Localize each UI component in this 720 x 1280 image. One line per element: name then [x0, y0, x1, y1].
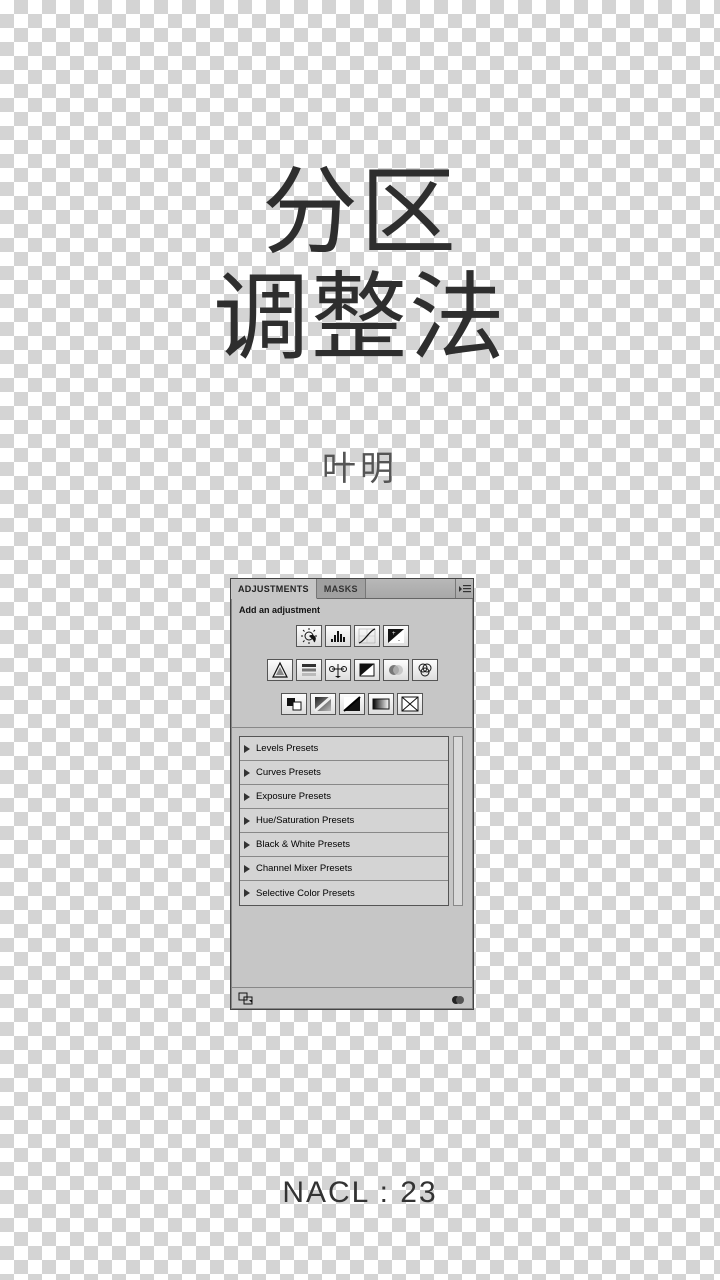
icon-row-1: +- [296, 625, 409, 647]
author: 叶明 [0, 441, 720, 490]
tab-adjustments[interactable]: ADJUSTMENTS [231, 579, 317, 599]
triangle-right-icon [244, 865, 250, 873]
preset-label: Exposure Presets [256, 791, 331, 802]
trash-icon[interactable] [449, 991, 467, 1007]
adjustment-icons: +- [231, 617, 473, 728]
svg-text:+: + [392, 631, 396, 637]
channel-mixer-icon[interactable] [412, 659, 438, 681]
presets-scrollbar[interactable] [453, 736, 463, 906]
preset-curves[interactable]: Curves Presets [240, 761, 448, 785]
photo-filter-icon[interactable] [383, 659, 409, 681]
preset-label: Selective Color Presets [256, 888, 355, 899]
panel-menu-button[interactable] [455, 579, 473, 598]
preset-levels[interactable]: Levels Presets [240, 737, 448, 761]
preset-channel-mixer[interactable]: Channel Mixer Presets [240, 857, 448, 881]
icon-row-3 [281, 693, 423, 715]
posterize-icon[interactable] [310, 693, 336, 715]
menu-icon [459, 584, 471, 594]
title-line1: 分区 [0, 160, 720, 266]
color-balance-icon[interactable] [325, 659, 351, 681]
exposure-icon[interactable]: +- [383, 625, 409, 647]
presets-area: Levels Presets Curves Presets Exposure P… [239, 736, 463, 906]
preset-bw[interactable]: Black & White Presets [240, 833, 448, 857]
gradient-map-icon[interactable] [368, 693, 394, 715]
title-line2: 调整法 [0, 266, 720, 372]
triangle-right-icon [244, 793, 250, 801]
panel-footer [231, 987, 473, 1009]
preset-label: Black & White Presets [256, 839, 350, 850]
title-block: 分区 调整法 叶明 [0, 160, 720, 490]
triangle-right-icon [244, 889, 250, 897]
preset-hue-sat[interactable]: Hue/Saturation Presets [240, 809, 448, 833]
threshold-icon[interactable] [339, 693, 365, 715]
preset-selective-color[interactable]: Selective Color Presets [240, 881, 448, 905]
preset-label: Hue/Saturation Presets [256, 815, 354, 826]
black-white-icon[interactable] [354, 659, 380, 681]
tab-masks[interactable]: MASKS [317, 579, 366, 598]
hue-sat-icon[interactable] [296, 659, 322, 681]
triangle-right-icon [244, 841, 250, 849]
footnote: NACL : 23 [0, 1176, 720, 1210]
panel-tabbar: ADJUSTMENTS MASKS [231, 579, 473, 599]
invert-icon[interactable] [281, 693, 307, 715]
brightness-contrast-icon[interactable] [296, 625, 322, 647]
preset-exposure[interactable]: Exposure Presets [240, 785, 448, 809]
presets-list: Levels Presets Curves Presets Exposure P… [239, 736, 449, 906]
levels-icon[interactable] [325, 625, 351, 647]
adjustments-panel: ADJUSTMENTS MASKS Add an adjustment [230, 578, 474, 1010]
preset-label: Channel Mixer Presets [256, 863, 352, 874]
svg-text:-: - [398, 638, 400, 644]
triangle-right-icon [244, 745, 250, 753]
tab-spacer [366, 579, 455, 598]
preset-label: Curves Presets [256, 767, 321, 778]
selective-color-icon[interactable] [397, 693, 423, 715]
vibrance-icon[interactable] [267, 659, 293, 681]
preset-label: Levels Presets [256, 743, 318, 754]
panel-subtitle: Add an adjustment [231, 599, 473, 617]
curves-icon[interactable] [354, 625, 380, 647]
triangle-right-icon [244, 817, 250, 825]
triangle-right-icon [244, 769, 250, 777]
expand-icon[interactable] [237, 991, 255, 1007]
icon-row-2 [267, 659, 438, 681]
